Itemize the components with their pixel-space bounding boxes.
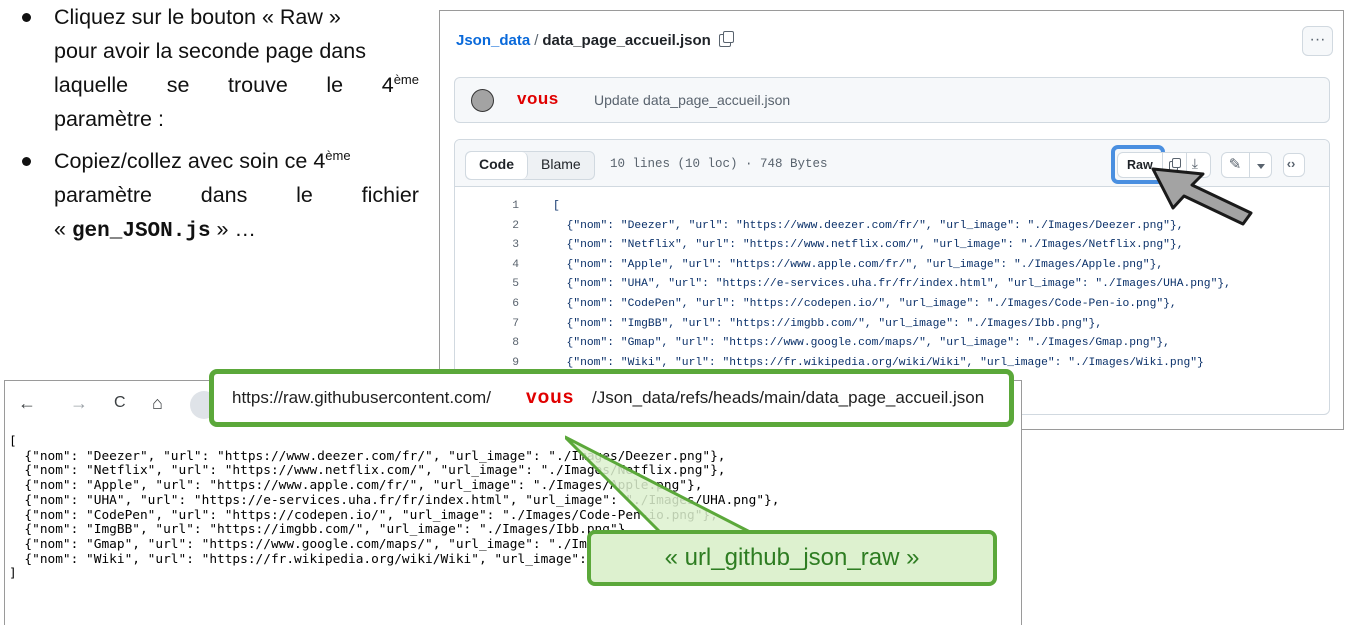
repo-link[interactable]: Json_data [456,32,530,49]
word: paramètre [54,183,152,207]
instruction-text: Cliquez sur le bouton « Raw » [54,5,341,29]
line-number[interactable]: 6 [455,295,553,315]
file-info: 10 lines (10 loc) · 748 Bytes [610,157,828,171]
word: 4ème [382,68,419,102]
reload-icon[interactable]: C [114,394,126,412]
instruction-text: paramètre : [54,107,164,131]
line-content: {"nom": "ImgBB", "url": "https://imgbb.c… [553,317,1103,330]
instruction-fragment: Copiez/collez avec soin ce 4 [54,149,326,173]
code-line: 8 {"nom": "Gmap", "url": "https://www.go… [455,334,1329,354]
back-arrow-icon[interactable]: ← [18,393,36,414]
line-content: {"nom": "Deezer", "url": "https://www.de… [553,219,1184,232]
word: le [296,183,313,207]
filename: gen_JSON.js [71,220,211,243]
line-number[interactable]: 7 [455,315,553,335]
code-line: 5 {"nom": "UHA", "url": "https://e-servi… [455,275,1329,295]
line-content: {"nom": "Apple", "url": "https://www.app… [553,258,1164,271]
word: laquelle [54,73,129,97]
line-number[interactable]: 1 [455,197,553,217]
line-number[interactable]: 8 [455,334,553,354]
quote-open: « [54,217,72,241]
line-number[interactable]: 4 [455,256,553,276]
latest-commit-bar: vous Update data_page_accueil.json [454,77,1330,123]
instruction-text: pour avoir la seconde page dans [54,39,366,63]
symbols-icon[interactable] [1282,153,1305,177]
word: trouve [228,73,288,97]
bullet-dot [22,157,31,166]
copy-path-icon[interactable] [718,31,734,47]
ordinal-suffix: ème [325,147,351,163]
more-options-button[interactable]: ··· [1302,26,1333,56]
commit-author[interactable]: vous [517,89,559,109]
ordinal-suffix: ème [393,71,419,87]
word: fichier [361,183,419,207]
breadcrumb: Json_data / data_page_accueil.json [456,31,734,49]
line-content: [ [553,200,560,212]
breadcrumb-separator: / [534,32,539,49]
instruction-text: paramètre dans le fichier [54,178,419,212]
line-number[interactable]: 2 [455,217,553,237]
line-content: {"nom": "Gmap", "url": "https://www.goog… [553,337,1170,350]
code-line: 4 {"nom": "Apple", "url": "https://www.a… [455,256,1329,276]
code-line: 7 {"nom": "ImgBB", "url": "https://imgbb… [455,315,1329,335]
word: se [166,73,190,97]
avatar[interactable] [471,89,494,112]
address-bar[interactable]: https://raw.githubusercontent.com/ vous … [209,369,1014,427]
forward-arrow-icon[interactable]: → [70,393,88,414]
instruction-step-1: Cliquez sur le bouton « Raw » pour avoir… [14,0,419,136]
ordinal-number: 4 [381,73,394,97]
tab-code[interactable]: Code [466,152,528,179]
line-content: {"nom": "Netflix", "url": "https://www.n… [553,239,1184,252]
callout-label: « url_github_json_raw » [587,530,997,586]
word: dans [200,183,248,207]
instruction-text: « gen_JSON.js » … [54,212,419,249]
instructions: Cliquez sur le bouton « Raw » pour avoir… [14,0,419,249]
code-line: 6 {"nom": "CodePen", "url": "https://cod… [455,295,1329,315]
file-name: data_page_accueil.json [542,32,711,49]
bullet-dot [22,13,31,22]
url-path: /Json_data/refs/heads/main/data_page_acc… [592,388,985,407]
code-line: 3 {"nom": "Netflix", "url": "https://www… [455,236,1329,256]
home-icon[interactable]: ⌂ [152,393,163,414]
tab-blame[interactable]: Blame [528,152,594,179]
word: le [326,73,344,97]
line-content: {"nom": "UHA", "url": "https://e-service… [553,278,1231,291]
instruction-text: laquelle se trouve le 4ème [54,68,419,102]
pointer-arrow-icon [1151,167,1253,226]
instruction-text: Copiez/collez avec soin ce 4ème [54,144,419,178]
view-toggle: Code Blame [465,151,595,180]
line-number[interactable]: 5 [455,275,553,295]
url-user: vous [526,387,575,408]
url-host: https://raw.githubusercontent.com/ [232,388,491,407]
commit-message[interactable]: Update data_page_accueil.json [594,92,790,108]
instruction-step-2: Copiez/collez avec soin ce 4ème paramètr… [14,144,419,249]
line-number[interactable]: 3 [455,236,553,256]
quote-close: » … [210,217,256,241]
line-content: {"nom": "CodePen", "url": "https://codep… [553,297,1177,310]
